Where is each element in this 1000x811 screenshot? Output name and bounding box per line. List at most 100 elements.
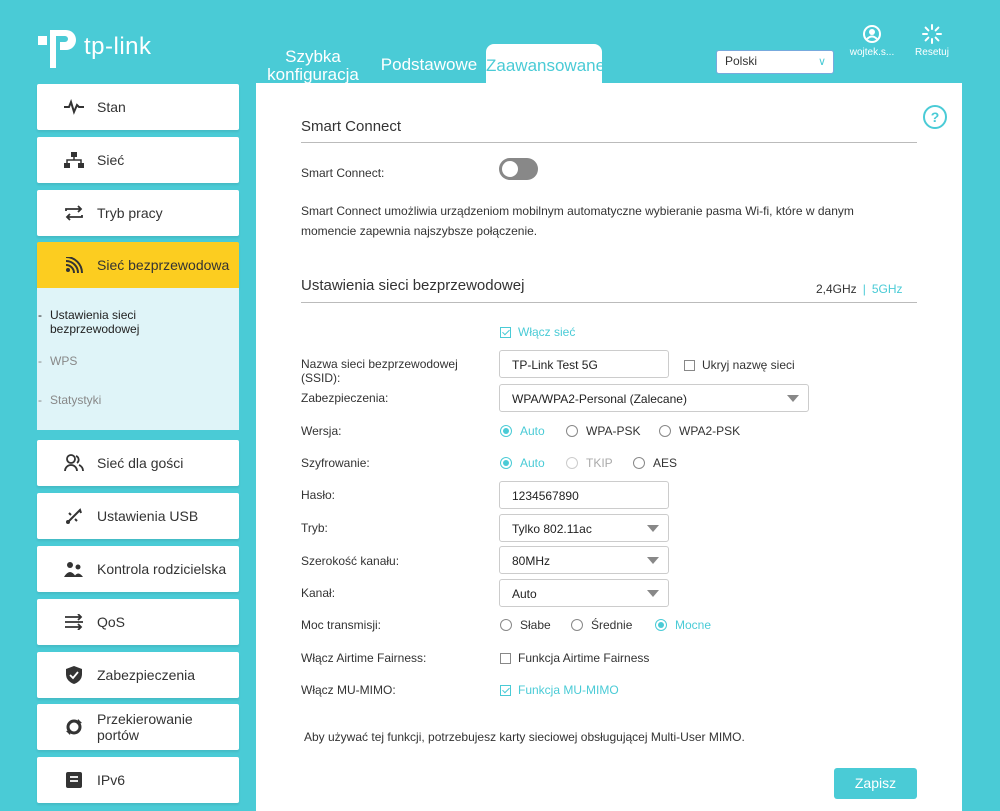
encryption-radio-aes[interactable]: AES [633,456,677,470]
smart-connect-label: Smart Connect: [301,166,385,180]
radio-label: Mocne [675,618,712,632]
ipv6-icon [63,771,85,789]
mode-select[interactable]: Tylko 802.11ac [499,514,669,542]
user-account-button[interactable]: wojtek.s... [840,24,904,58]
power-radio-low[interactable]: Słabe [500,618,551,632]
usb-icon [63,507,85,525]
description-line1: Smart Connect umożliwia urządzeniom mobi… [301,204,854,218]
enable-network-label: Włącz sieć [518,325,576,339]
sidebar-item-ipv6[interactable]: IPv6 [37,757,239,803]
channel-width-select[interactable]: 80MHz [499,546,669,574]
user-icon [863,25,881,43]
sidebar-item-security[interactable]: Zabezpieczenia [37,652,239,698]
band-24ghz[interactable]: 2,4GHz [816,282,857,296]
sidebar-item-operation-mode[interactable]: Tryb pracy [37,190,239,236]
sidebar-item-port-forwarding[interactable]: Przekierowanie portów [37,704,239,750]
sidebar-item-label: Ustawienia USB [97,508,199,524]
tab-basic[interactable]: Podstawowe [378,56,480,76]
encryption-label: Szyfrowanie: [301,456,370,470]
mumimo-checkbox[interactable]: Funkcja MU-MIMO [500,683,619,697]
radio-disabled-icon [566,457,578,469]
dash-marker: - [38,308,42,322]
sidebar-item-label: Sieć bezprzewodowa [97,257,230,273]
reset-spinner-icon [922,24,942,44]
subitem-statistics[interactable]: - Statystyki [38,393,101,407]
version-radio-wpa2-psk[interactable]: WPA2-PSK [659,424,740,438]
power-radio-medium[interactable]: Średnie [571,618,632,632]
mode-label: Tryb: [301,521,328,535]
toggle-knob [502,161,518,177]
smart-connect-description: Smart Connect umożliwia urządzeniom mobi… [301,201,901,241]
channel-value: Auto [512,587,537,601]
airtime-option-label: Funkcja Airtime Fairness [518,651,650,665]
sidebar-item-wireless[interactable]: Sieć bezprzewodowa [37,242,239,288]
ssid-label-line1: Nazwa sieci bezprzewodowej [301,357,458,371]
radio-selected-icon [500,425,512,437]
sidebar-item-usb[interactable]: Ustawienia USB [37,493,239,539]
sidebar-item-parental-control[interactable]: Kontrola rodzicielska [37,546,239,592]
radio-icon [659,425,671,437]
user-name: wojtek.s... [849,47,895,58]
checkbox-checked-icon [500,326,511,338]
hide-ssid-checkbox[interactable]: Ukryj nazwę sieci [684,358,795,372]
version-radio-wpa-psk[interactable]: WPA-PSK [566,424,640,438]
enable-network-checkbox[interactable]: Włącz sieć [500,325,575,339]
sidebar-item-label-wrap: Przekierowanie portów [97,711,193,743]
tp-link-logo-icon [38,30,76,68]
help-icon[interactable]: ? [923,105,947,129]
tab-quick-setup[interactable]: Szybka konfiguracja [262,48,364,84]
radio-label: Auto [520,456,545,470]
shield-icon [63,666,85,684]
sidebar-item-label: Tryb pracy [97,205,163,221]
power-radio-high[interactable]: Mocne [655,618,711,632]
radio-label: Średnie [591,618,633,632]
radio-selected-icon [655,619,667,631]
version-radio-auto[interactable]: Auto [500,424,545,438]
band-5ghz[interactable]: 5GHz [872,282,903,296]
encryption-radio-tkip[interactable]: TKIP [566,456,613,470]
sidebar-item-label: Sieć dla gości [97,455,184,471]
radio-selected-icon [500,457,512,469]
radio-icon [566,425,578,437]
language-select[interactable]: Polski ∨ [716,50,834,74]
radio-label: TKIP [586,456,613,470]
sidebar-item-label-line1: Przekierowanie [97,711,193,727]
mumimo-label: Włącz MU-MIMO: [301,683,396,697]
tab-quick-setup-line2: konfiguracja [267,65,359,84]
airtime-checkbox[interactable]: Funkcja Airtime Fairness [500,651,649,665]
subitem-wps[interactable]: - WPS [38,354,77,368]
sidebar-item-qos[interactable]: QoS [37,599,239,645]
smart-connect-toggle[interactable] [499,158,538,180]
tab-advanced[interactable]: Zaawansowane [486,44,605,83]
pulse-icon [63,99,85,115]
reset-button[interactable]: Resetuj [908,24,956,58]
chevron-down-icon: ∨ [817,56,826,68]
caret-down-icon [647,557,659,564]
section-title-smart-connect: Smart Connect [301,118,402,135]
wifi-icon [63,257,85,273]
sidebar-item-status[interactable]: Stan [37,84,239,130]
network-icon [63,152,85,168]
sidebar-item-network[interactable]: Sieć [37,137,239,183]
version-label: Wersja: [301,424,342,438]
ssid-label-line2: (SSID): [301,371,341,385]
encryption-radio-auto[interactable]: Auto [500,456,545,470]
channel-select[interactable]: Auto [499,579,669,607]
band-separator: | [862,282,866,296]
subitem-wireless-settings[interactable]: - Ustawienia sieci bezprzewodowej [38,308,139,336]
radio-icon [633,457,645,469]
language-value: Polski [725,54,758,68]
ssid-input[interactable]: TP-Link Test 5G [499,350,669,378]
qos-icon [63,614,85,630]
password-input[interactable]: 1234567890 [499,481,669,509]
sidebar-item-label: Sieć [97,152,125,168]
main-panel [256,83,962,811]
sidebar-item-label: QoS [97,614,126,630]
sidebar-item-guest-network[interactable]: Sieć dla gości [37,440,239,486]
sidebar-item-label: Kontrola rodzicielska [97,561,227,577]
radio-label: AES [653,456,678,470]
band-switch: 2,4GHz | 5GHz [816,282,903,296]
sidebar-item-label: Stan [97,99,126,115]
save-button[interactable]: Zapisz [834,768,917,799]
security-select[interactable]: WPA/WPA2-Personal (Zalecane) [499,384,809,412]
